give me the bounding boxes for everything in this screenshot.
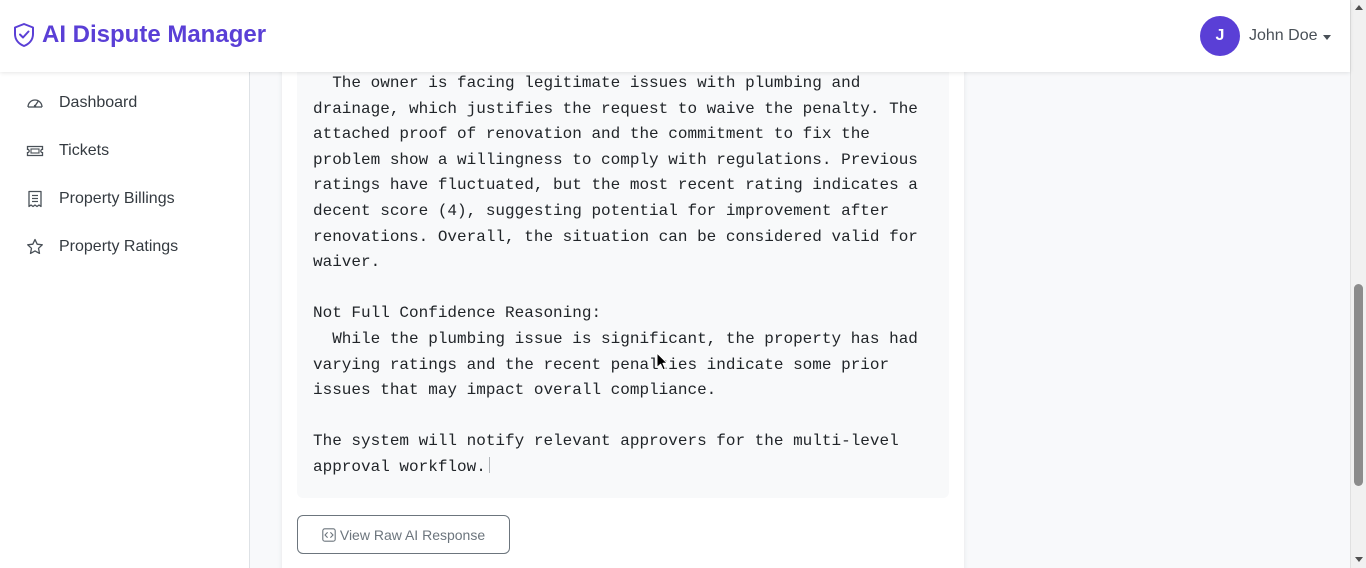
page-scrollbar[interactable] [1350,0,1366,568]
ai-analysis-card: The owner is facing legitimate issues wi… [282,60,964,568]
sidebar-item-label: Tickets [59,142,110,159]
scroll-up-arrow-icon[interactable] [1355,5,1363,10]
app-title: AI Dispute Manager [42,21,267,48]
star-icon [27,238,43,255]
view-raw-ai-response-label: View Raw AI Response [339,526,486,543]
user-name: John Doe [1249,27,1318,44]
speedometer-icon [27,99,43,108]
scroll-down-arrow-icon[interactable] [1355,557,1363,562]
mouse-pointer-icon [656,352,668,371]
main-content: The owner is facing legitimate issues wi… [250,60,1350,568]
ai-response-text: The owner is facing legitimate issues wi… [313,71,938,481]
sidebar-item-label: Property Ratings [59,238,179,255]
ai-response-body: The owner is facing legitimate issues wi… [313,74,918,476]
receipt-icon [28,190,42,208]
text-caret [488,456,490,473]
shield-check-icon [14,23,34,47]
caret-down-icon [1322,34,1331,40]
ai-response-box: The owner is facing legitimate issues wi… [297,60,949,498]
user-menu-toggle[interactable]: J John Doe [1200,16,1331,56]
sidebar-item-property-billings[interactable]: Property Billings [0,177,249,221]
app-window: AI Dispute Manager J John Doe Dashboard … [0,0,1366,568]
sidebar-item-label: Property Billings [59,190,175,207]
sidebar-item-tickets[interactable]: Tickets [0,129,249,173]
avatar: J [1200,16,1240,56]
view-raw-ai-response-button[interactable]: View Raw AI Response [297,515,510,554]
top-navbar: AI Dispute Manager J John Doe [0,0,1350,72]
scrollbar-thumb[interactable] [1354,284,1363,486]
brand[interactable]: AI Dispute Manager [12,20,266,50]
sidebar-item-property-ratings[interactable]: Property Ratings [0,225,249,269]
code-square-icon [322,527,336,542]
ticket-icon [26,145,44,157]
sidebar-item-dashboard[interactable]: Dashboard [0,81,249,125]
sidebar-item-label: Dashboard [59,94,138,111]
sidebar: Dashboard Tickets Property Billings Prop… [0,72,250,568]
